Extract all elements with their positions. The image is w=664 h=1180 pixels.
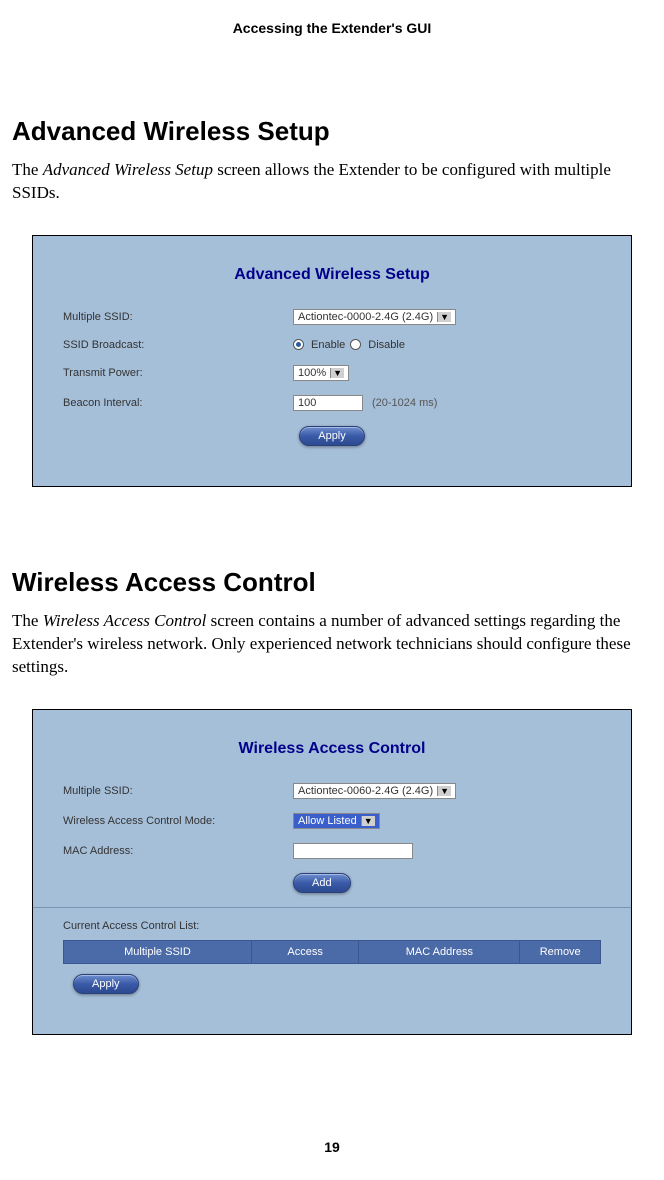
- heading-wireless-access-control: Wireless Access Control: [12, 567, 652, 598]
- section-advanced-wireless-setup: Advanced Wireless Setup The Advanced Wir…: [12, 116, 652, 487]
- chevron-down-icon: ▼: [437, 786, 451, 796]
- intro-advanced-wireless-setup: The Advanced Wireless Setup screen allow…: [12, 159, 652, 205]
- label-multiple-ssid: Multiple SSID:: [63, 311, 293, 323]
- select-access-control-mode[interactable]: Allow Listed ▼: [293, 813, 380, 829]
- input-mac-address[interactable]: [293, 843, 413, 859]
- label-disable: Disable: [368, 339, 405, 351]
- radio-disable[interactable]: [350, 339, 361, 350]
- label-multiple-ssid: Multiple SSID:: [63, 785, 293, 797]
- apply-button[interactable]: Apply: [73, 974, 139, 994]
- select-multiple-ssid[interactable]: Actiontec-0060-2.4G (2.4G) ▼: [293, 783, 456, 799]
- label-enable: Enable: [311, 339, 345, 351]
- page-number: 19: [0, 1139, 664, 1155]
- list-header: Current Access Control List:: [63, 920, 601, 932]
- intro-em: Wireless Access Control: [43, 611, 207, 630]
- radio-dot-icon: [296, 342, 301, 347]
- row-beacon-interval: Beacon Interval: 100 (20-1024 ms): [63, 395, 601, 411]
- row-transmit-power: Transmit Power: 100% ▼: [63, 365, 601, 381]
- select-value: Actiontec-0000-2.4G (2.4G): [298, 311, 433, 323]
- intro-wireless-access-control: The Wireless Access Control screen conta…: [12, 610, 652, 679]
- panel-title: Wireless Access Control: [63, 740, 601, 758]
- select-value: Actiontec-0060-2.4G (2.4G): [298, 785, 433, 797]
- table-header-row: Multiple SSID Access MAC Address Remove: [64, 940, 601, 963]
- label-transmit-power: Transmit Power:: [63, 367, 293, 379]
- chevron-down-icon: ▼: [361, 816, 375, 826]
- row-mac-address: MAC Address:: [63, 843, 601, 859]
- label-access-control-mode: Wireless Access Control Mode:: [63, 815, 293, 827]
- select-transmit-power[interactable]: 100% ▼: [293, 365, 349, 381]
- hint-beacon-interval: (20-1024 ms): [372, 397, 437, 409]
- label-mac-address: MAC Address:: [63, 845, 293, 857]
- panel-wireless-access-control: Wireless Access Control Multiple SSID: A…: [32, 709, 632, 1035]
- select-value: 100%: [298, 367, 326, 379]
- heading-advanced-wireless-setup: Advanced Wireless Setup: [12, 116, 652, 147]
- intro-prefix: The: [12, 611, 43, 630]
- col-remove: Remove: [520, 940, 601, 963]
- radio-enable[interactable]: [293, 339, 304, 350]
- row-access-control-mode: Wireless Access Control Mode: Allow List…: [63, 813, 601, 829]
- chevron-down-icon: ▼: [330, 368, 344, 378]
- button-row: Apply: [63, 426, 601, 446]
- button-row-apply: Apply: [63, 974, 601, 994]
- select-value: Allow Listed: [298, 815, 357, 827]
- label-beacon-interval: Beacon Interval:: [63, 397, 293, 409]
- row-multiple-ssid: Multiple SSID: Actiontec-0000-2.4G (2.4G…: [63, 309, 601, 325]
- row-ssid-broadcast: SSID Broadcast: Enable Disable: [63, 339, 601, 351]
- col-multiple-ssid: Multiple SSID: [64, 940, 252, 963]
- row-multiple-ssid: Multiple SSID: Actiontec-0060-2.4G (2.4G…: [63, 783, 601, 799]
- panel-advanced-wireless-setup: Advanced Wireless Setup Multiple SSID: A…: [32, 235, 632, 487]
- select-multiple-ssid[interactable]: Actiontec-0000-2.4G (2.4G) ▼: [293, 309, 456, 325]
- label-ssid-broadcast: SSID Broadcast:: [63, 339, 293, 351]
- add-button[interactable]: Add: [293, 873, 351, 893]
- panel-title: Advanced Wireless Setup: [63, 266, 601, 284]
- section-wireless-access-control: Wireless Access Control The Wireless Acc…: [12, 567, 652, 1035]
- intro-prefix: The: [12, 160, 43, 179]
- button-row-add: Add: [63, 873, 601, 893]
- apply-button[interactable]: Apply: [299, 426, 365, 446]
- page-header: Accessing the Extender's GUI: [10, 20, 654, 36]
- intro-em: Advanced Wireless Setup: [43, 160, 213, 179]
- col-mac-address: MAC Address: [359, 940, 520, 963]
- chevron-down-icon: ▼: [437, 312, 451, 322]
- col-access: Access: [251, 940, 358, 963]
- divider: [33, 907, 631, 908]
- input-beacon-interval[interactable]: 100: [293, 395, 363, 411]
- access-control-table: Multiple SSID Access MAC Address Remove: [63, 940, 601, 964]
